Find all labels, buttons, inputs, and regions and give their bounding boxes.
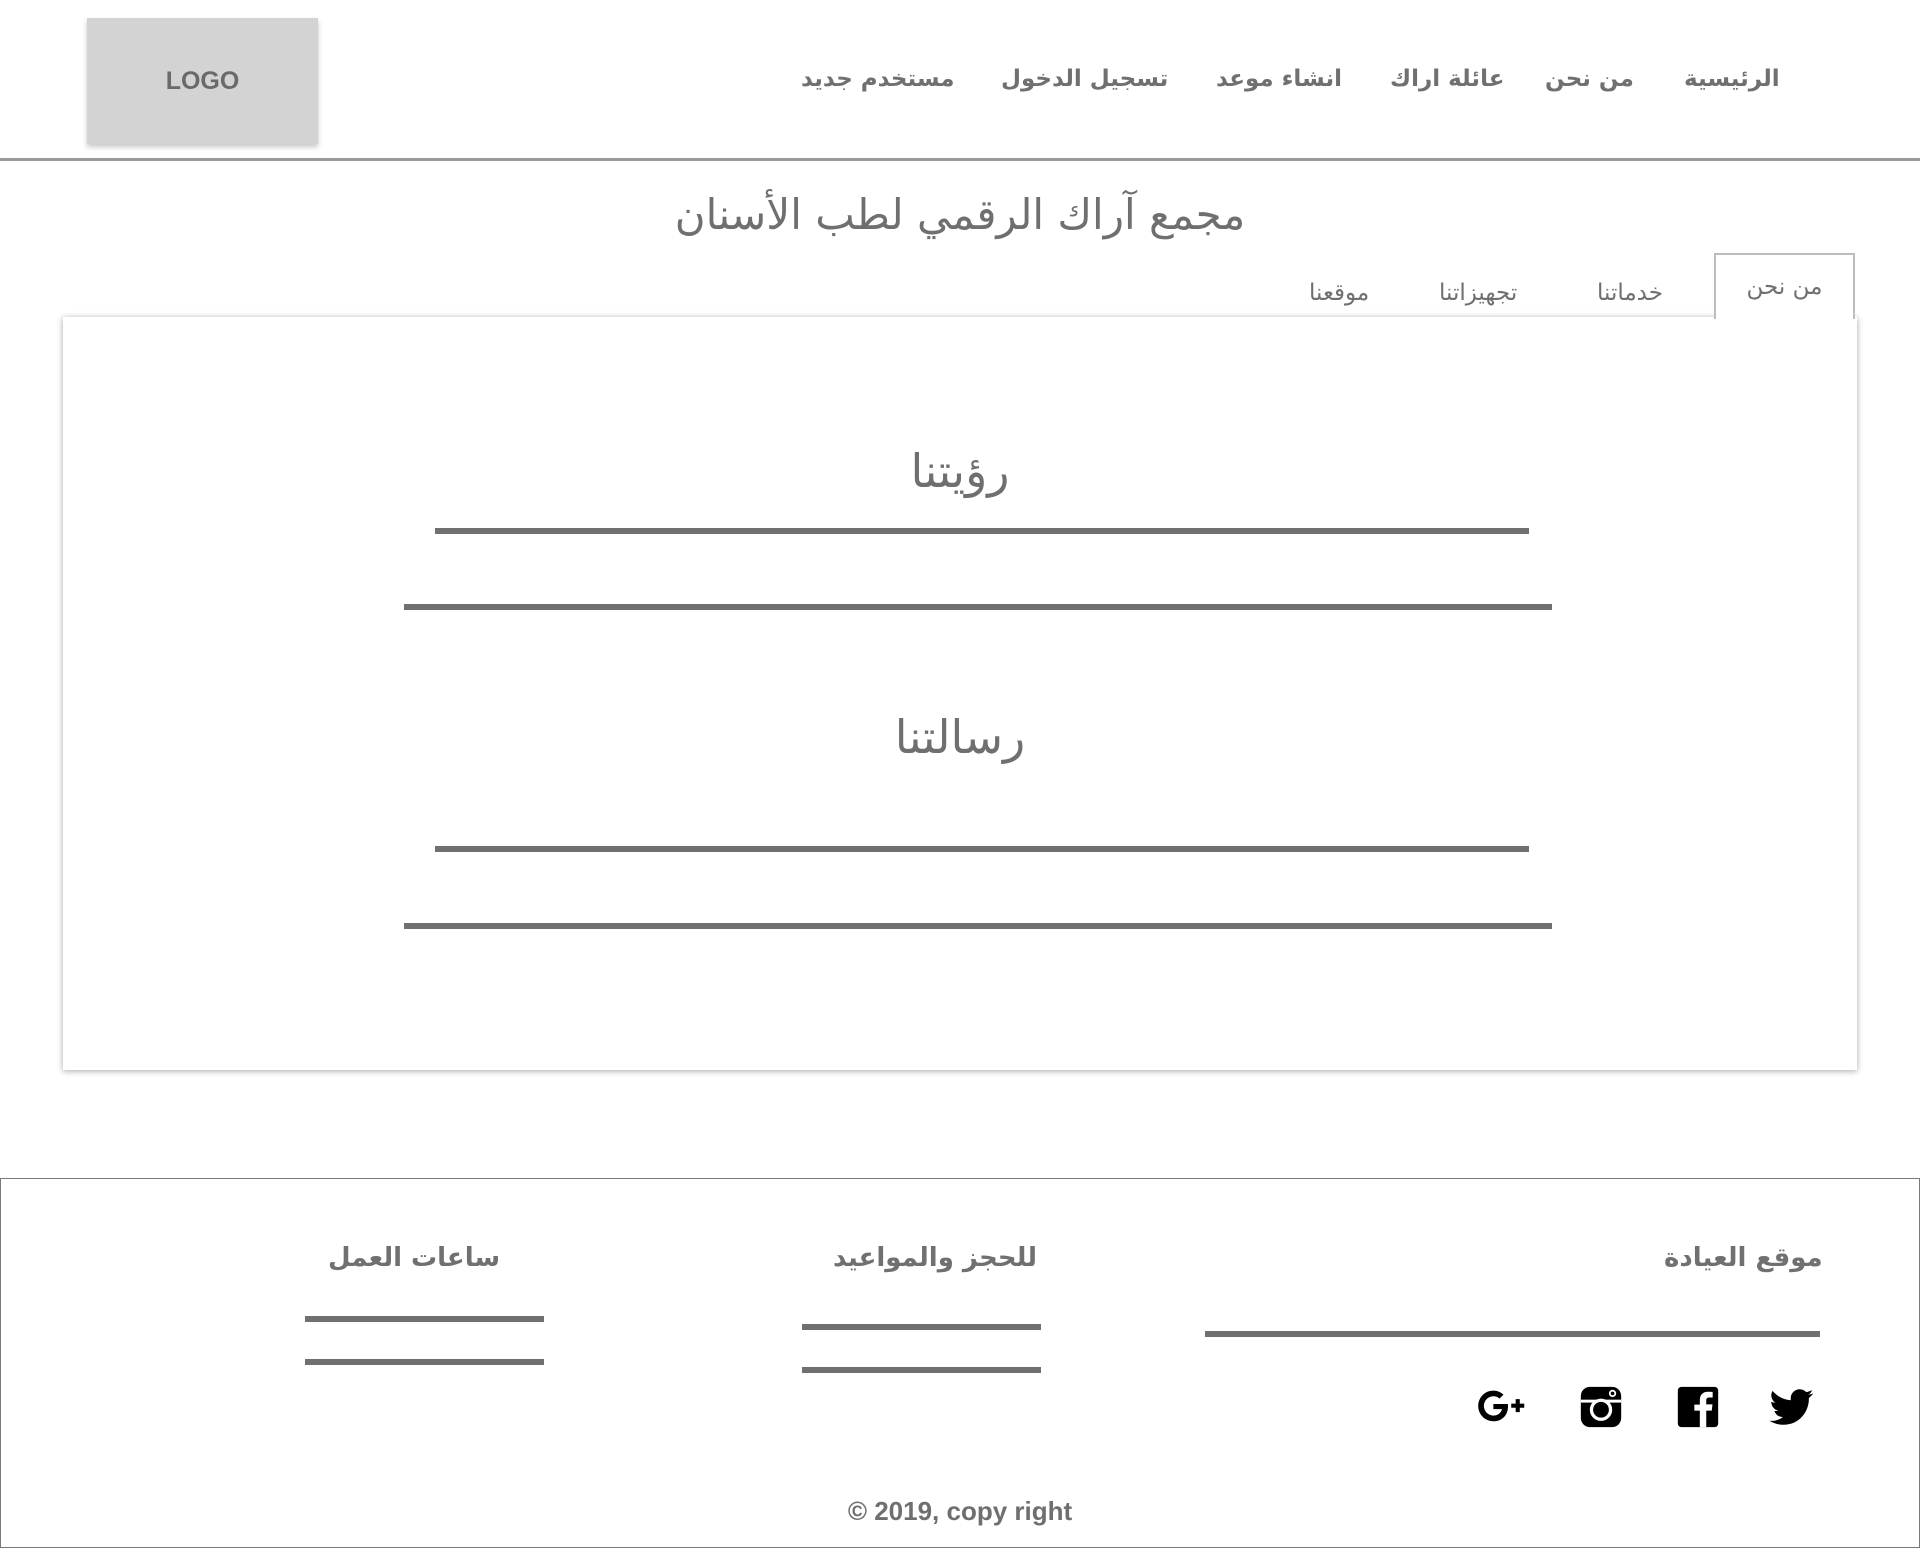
- working-hours-heading: ساعات العمل: [328, 1243, 501, 1273]
- mission-text-line: [404, 923, 1552, 929]
- tab-equipment[interactable]: تجهيزاتنا: [1439, 280, 1517, 306]
- mission-text-line: [435, 846, 1529, 852]
- about-panel: رؤيتنا رسالتنا: [63, 317, 1857, 1070]
- nav-item-login[interactable]: تسجيل الدخول: [1001, 66, 1168, 92]
- vision-text-line: [404, 604, 1552, 610]
- booking-line: [802, 1367, 1041, 1373]
- vision-heading: رؤيتنا: [910, 444, 1010, 498]
- clinic-location-heading: موقع العيادة: [1664, 1243, 1823, 1273]
- copyright-text: © 2019, copy right: [847, 1496, 1073, 1526]
- page-title: مجمع آراك الرقمي لطب الأسنان: [674, 190, 1246, 239]
- tab-services[interactable]: خدماتنا: [1597, 280, 1663, 306]
- booking-line: [802, 1324, 1041, 1330]
- twitter-icon[interactable]: [1767, 1385, 1817, 1429]
- nav-item-home[interactable]: الرئيسية: [1684, 66, 1780, 92]
- working-hours-line: [305, 1359, 544, 1365]
- nav-item-arak-family[interactable]: عائلة اراك: [1390, 66, 1504, 92]
- nav-item-new-user[interactable]: مستخدم جديد: [801, 66, 955, 92]
- tab-about[interactable]: من نحن: [1747, 274, 1823, 300]
- working-hours-line: [305, 1316, 544, 1322]
- vision-text-line: [435, 528, 1529, 534]
- google-plus-icon[interactable]: [1478, 1385, 1528, 1429]
- tab-location[interactable]: موقعنا: [1309, 280, 1369, 306]
- booking-heading: للحجز والمواعيد: [833, 1243, 1037, 1273]
- nav-item-new-appointment[interactable]: انشاء موعد: [1216, 66, 1342, 92]
- clinic-location-line: [1205, 1331, 1820, 1337]
- site-footer: موقع العيادة للحجز والمواعيد ساعات العمل: [0, 1178, 1920, 1548]
- site-header: LOGO الرئيسية من نحن عائلة اراك انشاء مو…: [0, 0, 1920, 161]
- nav-item-about[interactable]: من نحن: [1545, 66, 1634, 92]
- logo[interactable]: LOGO: [87, 18, 318, 144]
- mission-heading: رسالتنا: [894, 710, 1026, 764]
- tab-about-active[interactable]: من نحن: [1714, 253, 1855, 319]
- instagram-icon[interactable]: [1576, 1385, 1626, 1429]
- facebook-icon[interactable]: [1673, 1385, 1723, 1429]
